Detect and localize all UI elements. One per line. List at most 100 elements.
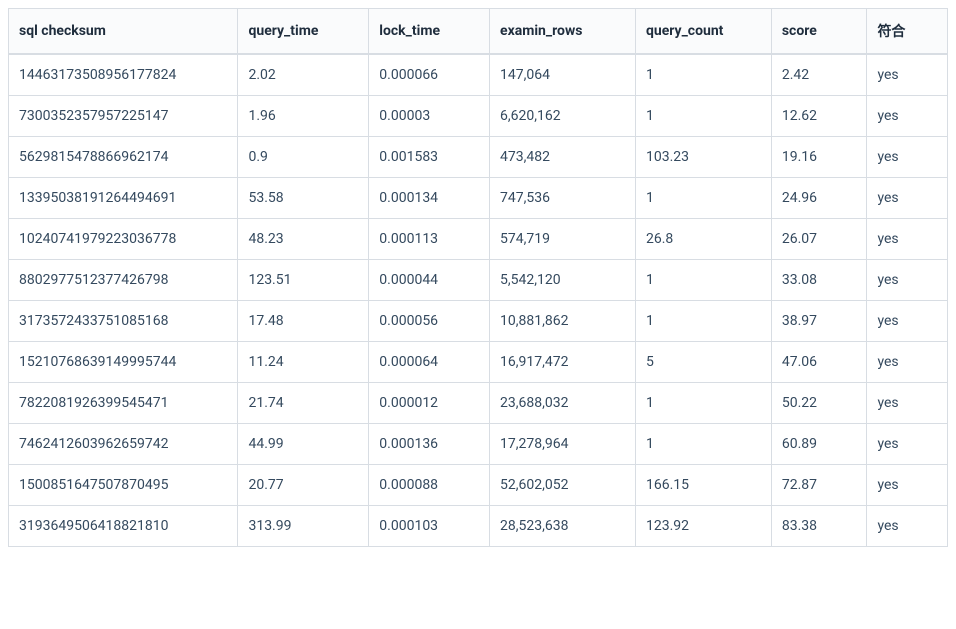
cell-meet: yes [867, 137, 948, 178]
table-row: 73003523579572251471.960.000036,620,1621… [9, 96, 948, 137]
cell-lock-time: 0.000064 [369, 342, 490, 383]
cell-checksum: 13395038191264494691 [9, 178, 238, 219]
cell-examin-rows: 147,064 [490, 54, 636, 96]
cell-query-time: 21.74 [238, 383, 369, 424]
cell-query-time: 313.99 [238, 506, 369, 547]
cell-checksum: 14463173508956177824 [9, 54, 238, 96]
cell-query-count: 1 [635, 383, 771, 424]
cell-lock-time: 0.000044 [369, 260, 490, 301]
cell-query-count: 166.15 [635, 465, 771, 506]
cell-query-count: 1 [635, 96, 771, 137]
cell-examin-rows: 574,719 [490, 219, 636, 260]
cell-examin-rows: 473,482 [490, 137, 636, 178]
cell-examin-rows: 23,688,032 [490, 383, 636, 424]
cell-score: 12.62 [771, 96, 867, 137]
cell-query-count: 1 [635, 178, 771, 219]
table-row: 1339503819126449469153.580.000134747,536… [9, 178, 948, 219]
cell-query-count: 5 [635, 342, 771, 383]
cell-query-time: 44.99 [238, 424, 369, 465]
cell-meet: yes [867, 260, 948, 301]
cell-checksum: 7462412603962659742 [9, 424, 238, 465]
cell-query-count: 123.92 [635, 506, 771, 547]
cell-query-count: 1 [635, 260, 771, 301]
cell-meet: yes [867, 383, 948, 424]
cell-examin-rows: 52,602,052 [490, 465, 636, 506]
cell-score: 19.16 [771, 137, 867, 178]
cell-lock-time: 0.000136 [369, 424, 490, 465]
cell-query-time: 1.96 [238, 96, 369, 137]
cell-score: 50.22 [771, 383, 867, 424]
cell-score: 33.08 [771, 260, 867, 301]
cell-query-time: 53.58 [238, 178, 369, 219]
cell-checksum: 5629815478866962174 [9, 137, 238, 178]
cell-score: 47.06 [771, 342, 867, 383]
cell-query-count: 1 [635, 54, 771, 96]
cell-query-count: 26.8 [635, 219, 771, 260]
cell-query-count: 103.23 [635, 137, 771, 178]
cell-checksum: 10240741979223036778 [9, 219, 238, 260]
cell-query-count: 1 [635, 301, 771, 342]
cell-lock-time: 0.000113 [369, 219, 490, 260]
cell-lock-time: 0.000056 [369, 301, 490, 342]
cell-meet: yes [867, 506, 948, 547]
cell-lock-time: 0.000066 [369, 54, 490, 96]
cell-query-time: 2.02 [238, 54, 369, 96]
table-row: 56298154788669621740.90.001583473,482103… [9, 137, 948, 178]
cell-score: 38.97 [771, 301, 867, 342]
cell-query-count: 1 [635, 424, 771, 465]
cell-examin-rows: 5,542,120 [490, 260, 636, 301]
cell-examin-rows: 17,278,964 [490, 424, 636, 465]
header-lock-time: lock_time [369, 9, 490, 55]
cell-checksum: 8802977512377426798 [9, 260, 238, 301]
cell-lock-time: 0.000134 [369, 178, 490, 219]
cell-query-time: 48.23 [238, 219, 369, 260]
header-examin-rows: examin_rows [490, 9, 636, 55]
table-header-row: sql checksum query_time lock_time examin… [9, 9, 948, 55]
cell-meet: yes [867, 219, 948, 260]
header-query-time: query_time [238, 9, 369, 55]
cell-score: 2.42 [771, 54, 867, 96]
cell-checksum: 1500851647507870495 [9, 465, 238, 506]
table-row: 150085164750787049520.770.00008852,602,0… [9, 465, 948, 506]
table-row: 317357243375108516817.480.00005610,881,8… [9, 301, 948, 342]
cell-checksum: 3193649506418821810 [9, 506, 238, 547]
table-row: 746241260396265974244.990.00013617,278,9… [9, 424, 948, 465]
cell-score: 83.38 [771, 506, 867, 547]
cell-meet: yes [867, 424, 948, 465]
cell-score: 24.96 [771, 178, 867, 219]
cell-checksum: 3173572433751085168 [9, 301, 238, 342]
cell-query-time: 123.51 [238, 260, 369, 301]
cell-score: 60.89 [771, 424, 867, 465]
table-body: 144631735089561778242.020.000066147,0641… [9, 54, 948, 547]
header-query-count: query_count [635, 9, 771, 55]
cell-examin-rows: 16,917,472 [490, 342, 636, 383]
cell-query-time: 20.77 [238, 465, 369, 506]
cell-score: 72.87 [771, 465, 867, 506]
cell-meet: yes [867, 342, 948, 383]
cell-meet: yes [867, 54, 948, 96]
cell-lock-time: 0.000103 [369, 506, 490, 547]
table-row: 1521076863914999574411.240.00006416,917,… [9, 342, 948, 383]
cell-checksum: 15210768639149995744 [9, 342, 238, 383]
header-checksum: sql checksum [9, 9, 238, 55]
cell-examin-rows: 747,536 [490, 178, 636, 219]
cell-lock-time: 0.000088 [369, 465, 490, 506]
cell-score: 26.07 [771, 219, 867, 260]
cell-lock-time: 0.000012 [369, 383, 490, 424]
cell-examin-rows: 6,620,162 [490, 96, 636, 137]
header-score: score [771, 9, 867, 55]
cell-checksum: 7300352357957225147 [9, 96, 238, 137]
cell-checksum: 7822081926399545471 [9, 383, 238, 424]
cell-meet: yes [867, 96, 948, 137]
table-row: 3193649506418821810313.990.00010328,523,… [9, 506, 948, 547]
table-row: 8802977512377426798123.510.0000445,542,1… [9, 260, 948, 301]
cell-query-time: 0.9 [238, 137, 369, 178]
cell-meet: yes [867, 465, 948, 506]
cell-meet: yes [867, 301, 948, 342]
cell-lock-time: 0.001583 [369, 137, 490, 178]
table-row: 144631735089561778242.020.000066147,0641… [9, 54, 948, 96]
table-row: 1024074197922303677848.230.000113574,719… [9, 219, 948, 260]
cell-query-time: 11.24 [238, 342, 369, 383]
cell-examin-rows: 28,523,638 [490, 506, 636, 547]
table-row: 782208192639954547121.740.00001223,688,0… [9, 383, 948, 424]
